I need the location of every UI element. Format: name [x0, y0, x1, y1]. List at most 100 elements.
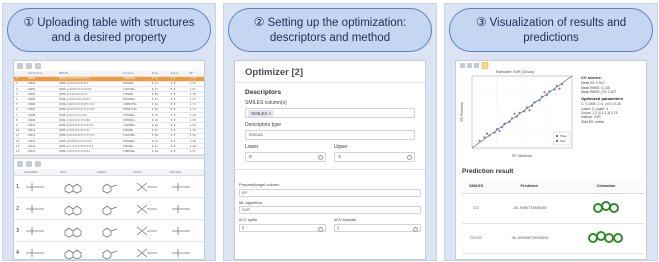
table-cell: [NH3+]CCCC1=CC=CC=C1 — [56, 148, 121, 155]
molecule-cell — [22, 175, 59, 198]
molecule-structure-image — [64, 249, 81, 259]
column-header[interactable] — [14, 168, 23, 176]
train-point — [555, 84, 559, 87]
table-row[interactable]: 14 c0015 [NH3+]CCCC1=CC=CC=C1 C10H16N+ 0.20 0… — [14, 148, 204, 155]
column-header[interactable]: Anion — [131, 168, 168, 176]
predicted-cell: -30.039496733956036 — [490, 223, 568, 254]
column-header[interactable]: Mol — [58, 168, 95, 176]
toolbar-icon[interactable] — [35, 160, 41, 167]
molecule-cell — [131, 197, 168, 220]
cv-repeats-input[interactable]: 2 — [334, 223, 421, 232]
table-row[interactable]: 4 — [14, 241, 204, 259]
molecule-structure-image — [136, 226, 158, 235]
smiles-select[interactable]: SMILES × — [245, 108, 415, 118]
toolbar-icon[interactable] — [35, 63, 41, 69]
train-point — [500, 126, 504, 129]
step-2-number: ② — [253, 14, 265, 29]
optimizer-title: Optimizer [2] — [235, 61, 425, 83]
molecule-cell — [22, 219, 59, 242]
prop-label: Property/target column — [239, 182, 280, 187]
molecule-cell — [131, 175, 168, 198]
molecule-structure-image — [26, 226, 45, 235]
descriptors-heading: Descriptors — [245, 89, 282, 96]
toolbar-icon[interactable] — [26, 160, 32, 167]
cv-splits-label: #CV splits — [239, 217, 258, 222]
table-row: CC=CCC -30.039496733956036 — [462, 223, 644, 254]
molecule-structure-image — [136, 182, 158, 191]
molecule-cell — [58, 197, 95, 220]
upload-screenshot: Identifier SMILES Formula Prop. Value EP 0 c00… — [13, 60, 205, 260]
lower-input[interactable]: 0 — [245, 152, 326, 162]
train-point — [538, 99, 541, 102]
stepper-icon[interactable] — [318, 155, 323, 160]
results-panel: ③ Visualization of results and prediction… — [444, 3, 658, 261]
smiles-cell: CC=CCC — [462, 223, 491, 254]
test-point — [558, 87, 561, 90]
plot-toolbar — [460, 62, 489, 69]
train-point — [510, 117, 514, 120]
coloration-molecule-image — [587, 230, 623, 243]
close-icon[interactable]: × — [269, 111, 272, 116]
y-axis-label: EP, Predicted — [460, 102, 464, 121]
stepper-icon[interactable] — [318, 226, 323, 232]
train-point — [533, 101, 536, 104]
step-3-title: Visualization of results and predictions — [489, 16, 627, 44]
molecule-cell — [94, 175, 132, 198]
coloration-cell — [567, 223, 644, 254]
structures-table: Identifier SMILES Formula Prop. Value EP 0 c00… — [14, 71, 204, 155]
column-header[interactable]: Solvent — [167, 168, 204, 176]
ml-select[interactable]: SVR — [239, 206, 421, 214]
column-header: Coloration — [567, 179, 644, 194]
toolbar-icon[interactable] — [17, 63, 23, 69]
molecule-structure-image — [136, 248, 158, 257]
model-form: Property/target column EP ML algorithm S… — [235, 176, 425, 235]
row-index: 1 — [14, 175, 23, 198]
stepper-icon[interactable] — [407, 155, 412, 160]
step-1-number: ① — [23, 14, 35, 29]
molecule-structure-image — [136, 204, 158, 213]
toolbar-icon[interactable] — [26, 63, 32, 69]
prediction-title: Prediction result — [462, 168, 514, 175]
cv-splits-input[interactable]: 5 — [239, 223, 326, 232]
table-row[interactable]: 2 — [14, 197, 204, 220]
table-cell: 0.8 — [168, 148, 188, 155]
train-point — [518, 111, 521, 114]
toolbar-icon[interactable] — [460, 63, 465, 68]
molecule-structure-image — [64, 227, 81, 237]
column-header[interactable]: Identifier — [22, 168, 59, 176]
smiles-label: SMILES column(s) — [245, 100, 287, 106]
smiles-chip[interactable]: SMILES × — [248, 110, 275, 117]
smiles-chip-label: SMILES — [251, 111, 268, 116]
toolbar-icon[interactable] — [467, 63, 472, 68]
table-cell: 14 — [14, 148, 26, 155]
molecule-cell — [58, 241, 95, 259]
train-point — [488, 134, 491, 137]
prop-select[interactable]: EP — [239, 188, 421, 197]
table-row[interactable]: 1 — [14, 175, 204, 198]
step-3-header: ③ Visualization of results and prediction… — [449, 8, 653, 52]
test-point — [543, 91, 546, 94]
molecule-cell — [167, 219, 204, 242]
warning-icon[interactable] — [481, 62, 489, 69]
train-point — [495, 128, 499, 131]
upper-input[interactable]: 3 — [334, 152, 415, 162]
molecule-structure-image — [26, 248, 45, 257]
x-axis-label: EP, Observed — [512, 154, 532, 158]
molecule-cell — [131, 241, 168, 259]
column-header: Predicted — [490, 179, 568, 194]
ml-label: ML algorithm — [239, 199, 262, 205]
toolbar-icon[interactable] — [474, 63, 479, 68]
row-index: 4 — [14, 241, 23, 259]
stepper-icon[interactable] — [413, 226, 418, 232]
column-header[interactable]: Cation — [94, 168, 132, 176]
toolbar-icon[interactable] — [17, 160, 23, 167]
table-row[interactable]: 3 — [14, 219, 204, 242]
molecule-structure-image — [26, 204, 45, 213]
lower-label: Lower — [245, 144, 259, 150]
column-header: SMILES — [462, 179, 491, 194]
desc-type-select[interactable]: Circus — [245, 130, 415, 140]
molecule-structure-image — [171, 248, 190, 257]
train-point — [483, 136, 486, 139]
row-index: 3 — [14, 219, 23, 242]
molecule-toolbar — [14, 159, 204, 169]
